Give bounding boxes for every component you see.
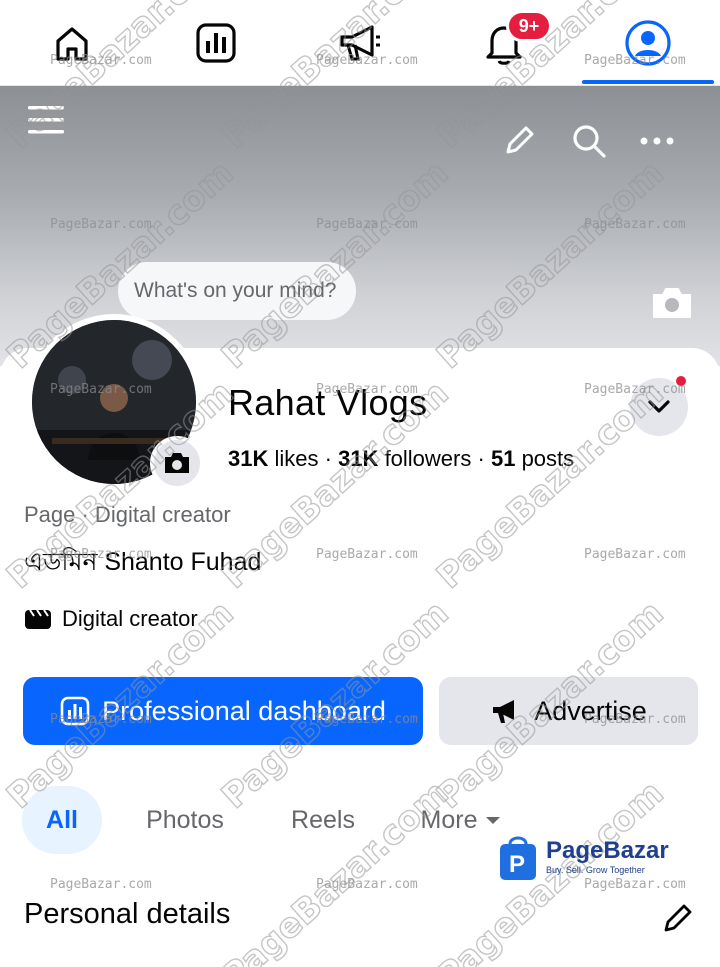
tab-reels[interactable]: Reels <box>276 786 370 854</box>
stats-separator: · <box>477 446 485 471</box>
edit-icon[interactable] <box>500 120 540 160</box>
pagebazar-logo-name: PageBazar <box>546 837 669 864</box>
likes-label: likes <box>274 446 319 471</box>
notification-dot <box>674 374 688 388</box>
menu-icon[interactable] <box>24 100 68 140</box>
search-icon[interactable] <box>568 120 610 162</box>
page-stats: 31K likes · 31K followers · 51 posts <box>228 446 574 472</box>
megaphone-icon <box>340 25 380 61</box>
pagebazar-logo-tagline: Buy. Sell. Grow Together <box>546 865 645 875</box>
pencil-icon <box>664 904 692 932</box>
profile-icon <box>625 20 671 66</box>
cover-camera-icon[interactable] <box>648 282 696 324</box>
pagebazar-logo: P PageBazar Buy. Sell. Grow Together <box>496 830 669 882</box>
page-category: Page · Digital creator <box>24 502 231 527</box>
top-navigation: 9+ <box>0 0 720 86</box>
change-profile-photo-button[interactable] <box>150 436 204 490</box>
bar-chart-icon <box>196 23 236 63</box>
professional-dashboard-button[interactable]: Professional dashboard <box>23 677 423 745</box>
page-admin: এডমিন Shanto Fuhad <box>24 548 262 576</box>
creator-label: Digital creator <box>62 606 198 631</box>
megaphone-icon <box>493 700 515 723</box>
nav-profile[interactable] <box>598 0 698 86</box>
camera-icon <box>165 453 189 473</box>
creator-info-row: Digital creator <box>24 606 198 632</box>
advertise-button[interactable]: Advertise <box>439 677 698 745</box>
likes-count: 31K <box>228 446 269 471</box>
page-name: Rahat Vlogs <box>228 382 428 423</box>
posts-count: 51 <box>490 446 516 471</box>
whats-on-your-mind-input[interactable]: What's on your mind? <box>118 262 356 320</box>
edit-details-button[interactable] <box>658 898 698 938</box>
tab-all[interactable]: All <box>22 786 102 854</box>
clapperboard-icon <box>25 609 51 629</box>
tab-more-label: More <box>420 805 478 834</box>
tab-photos[interactable]: Photos <box>130 786 240 854</box>
caret-down-icon <box>486 817 501 824</box>
stats-separator: · <box>324 446 332 471</box>
advertise-label: Advertise <box>534 695 647 726</box>
chevron-down-icon <box>648 400 670 413</box>
active-tab-indicator <box>582 80 714 84</box>
followers-label: followers <box>384 446 472 471</box>
nav-home[interactable] <box>22 0 122 86</box>
dashboard-chart-icon <box>60 696 90 726</box>
notification-badge: 9+ <box>506 10 552 42</box>
followers-count: 31K <box>338 446 379 471</box>
professional-dashboard-label: Professional dashboard <box>102 695 386 726</box>
shopping-bag-icon: P <box>500 836 536 880</box>
posts-label: posts <box>521 446 575 471</box>
svg-text:P: P <box>509 851 525 878</box>
more-options-icon[interactable] <box>636 124 678 158</box>
personal-details-heading: Personal details <box>24 898 231 930</box>
nav-ads[interactable] <box>310 0 410 86</box>
home-icon <box>56 27 88 61</box>
nav-dashboard[interactable] <box>166 0 266 86</box>
